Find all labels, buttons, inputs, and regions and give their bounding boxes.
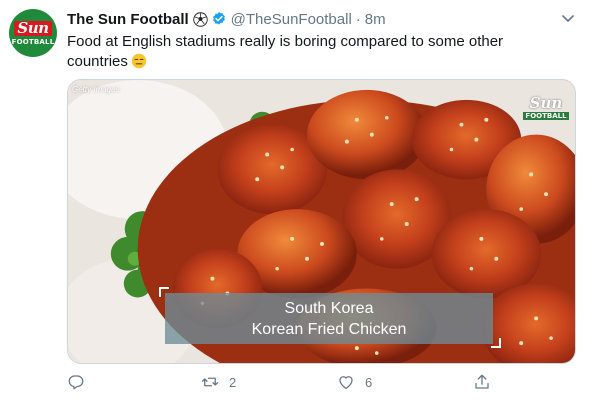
tweet-text: Food at English stadiums really is borin… (67, 32, 567, 72)
retweet-count: 2 (229, 374, 237, 390)
heart-icon (339, 376, 353, 390)
share-button[interactable] (473, 373, 501, 391)
retweet-icon (201, 377, 219, 387)
retweet-button[interactable]: 2 (201, 373, 236, 391)
separator-dot: · (355, 10, 361, 28)
caption-dish: Korean Fried Chicken (251, 320, 407, 338)
verified-badge-icon (212, 12, 225, 25)
reply-button[interactable] (67, 373, 95, 391)
avatar-logo-sun: Sun (14, 21, 52, 36)
chevron-down-icon[interactable] (560, 10, 576, 26)
soccer-ball-icon (192, 11, 208, 27)
photo-credit: Getty Images (72, 85, 120, 94)
media-caption: South Korea Korean Fried Chicken (165, 293, 493, 344)
caption-country: South Korea (284, 299, 374, 317)
tweet-media-image[interactable]: Getty Images Sun FOOTBALL South Korea Ko… (67, 79, 576, 364)
tweet-actions: 2 6 (67, 373, 497, 395)
watermark-sun: Sun (529, 94, 563, 112)
avatar-logo-football: FOOTBALL (11, 38, 55, 46)
share-icon (475, 374, 489, 389)
watermark-football: FOOTBALL (523, 112, 569, 120)
expressionless-face-emoji-icon (131, 53, 147, 69)
like-button[interactable]: 6 (337, 373, 372, 391)
like-count: 6 (365, 374, 373, 390)
tweet-header: The Sun Football @TheSunFootball · 8m (67, 9, 554, 29)
display-name[interactable]: The Sun Football (67, 11, 189, 28)
timestamp[interactable]: 8m (365, 11, 386, 28)
user-handle[interactable]: @TheSunFootball (231, 11, 352, 28)
sun-football-watermark: Sun FOOTBALL (523, 86, 569, 128)
avatar[interactable]: Sun FOOTBALL (9, 9, 57, 57)
reply-icon (68, 375, 84, 390)
